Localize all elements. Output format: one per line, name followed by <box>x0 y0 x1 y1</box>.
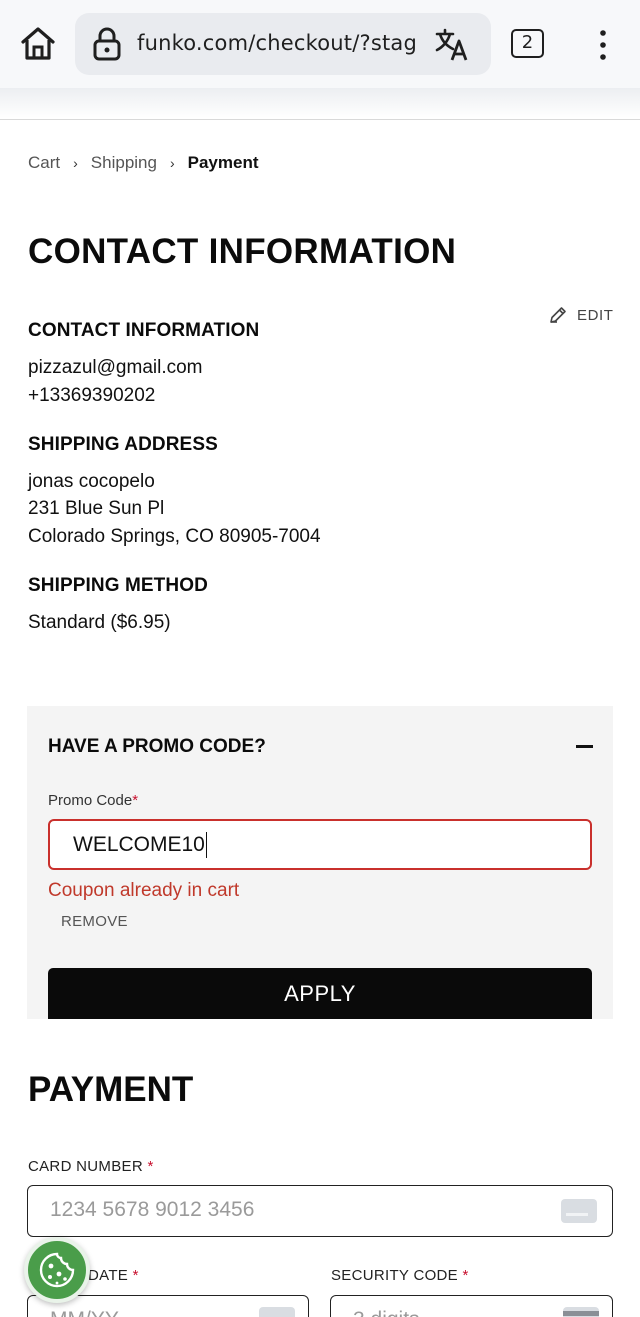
breadcrumb-shipping[interactable]: Shipping <box>91 153 157 173</box>
edit-button[interactable]: EDIT <box>548 305 614 325</box>
contact-info-title: CONTACT INFORMATION <box>28 320 260 341</box>
card-number-placeholder: 1234 5678 9012 3456 <box>50 1198 255 1221</box>
address-name: jonas cocopelo <box>28 471 155 492</box>
more-menu-icon[interactable] <box>593 29 613 61</box>
expiration-placeholder: MM/YY <box>50 1308 119 1317</box>
promo-code-label: Promo Code* <box>48 792 139 809</box>
address-bar[interactable]: funko.com/checkout/?stage=p <box>75 13 491 75</box>
promo-code-panel: HAVE A PROMO CODE? Promo Code* WELCOME10… <box>27 706 613 1019</box>
breadcrumb-payment: Payment <box>187 153 259 172</box>
lock-icon[interactable] <box>92 26 122 62</box>
address-line1: 231 Blue Sun Pl <box>28 498 165 519</box>
toolbar-shadow <box>0 88 640 118</box>
tab-switcher-button[interactable]: 2 <box>511 29 544 58</box>
expiration-date-label: DATE * <box>88 1267 139 1284</box>
promo-code-input[interactable]: WELCOME10 <box>48 819 592 870</box>
card-number-input[interactable]: 1234 5678 9012 3456 <box>27 1185 613 1237</box>
shipping-method-title: SHIPPING METHOD <box>28 575 208 596</box>
contact-email: pizzazul@gmail.com <box>28 357 203 378</box>
card-number-label: CARD NUMBER * <box>28 1158 154 1175</box>
collapse-minus-icon[interactable] <box>576 745 593 748</box>
cookie-settings-button[interactable] <box>24 1237 90 1303</box>
edit-label: EDIT <box>577 306 614 324</box>
home-icon[interactable] <box>18 24 58 64</box>
payment-title: PAYMENT <box>28 1070 194 1109</box>
breadcrumb-cart[interactable]: Cart <box>28 153 60 173</box>
contact-phone: +13369390202 <box>28 385 156 406</box>
security-code-input[interactable]: 3 digits <box>330 1295 613 1317</box>
remove-promo-link[interactable]: REMOVE <box>61 913 128 930</box>
security-placeholder: 3 digits <box>353 1308 420 1317</box>
text-caret <box>205 832 208 859</box>
promo-code-value: WELCOME10 <box>73 833 205 856</box>
shipping-method-value: Standard ($6.95) <box>28 612 171 633</box>
header-divider <box>0 119 640 120</box>
promo-error-message: Coupon already in cart <box>48 880 240 901</box>
page-title: CONTACT INFORMATION <box>28 232 457 271</box>
pencil-icon <box>550 307 566 323</box>
chevron-right-icon: › <box>73 155 78 171</box>
calendar-card-icon <box>259 1307 295 1317</box>
card-back-icon <box>563 1307 599 1317</box>
cookie-icon <box>39 1252 75 1288</box>
shipping-address-title: SHIPPING ADDRESS <box>28 434 218 455</box>
apply-button[interactable]: APPLY <box>48 968 592 1019</box>
browser-toolbar: funko.com/checkout/?stage=p 2 <box>0 0 640 88</box>
address-city: Colorado Springs, CO 80905-7004 <box>28 526 321 547</box>
security-code-label: SECURITY CODE * <box>331 1267 469 1284</box>
translate-icon[interactable] <box>435 27 471 63</box>
chevron-right-icon: › <box>169 155 175 171</box>
credit-card-icon <box>561 1199 597 1223</box>
breadcrumb: Cart › Shipping › Payment <box>28 153 259 173</box>
promo-title[interactable]: HAVE A PROMO CODE? <box>48 736 266 758</box>
url-text[interactable]: funko.com/checkout/?stage=p <box>137 31 417 55</box>
